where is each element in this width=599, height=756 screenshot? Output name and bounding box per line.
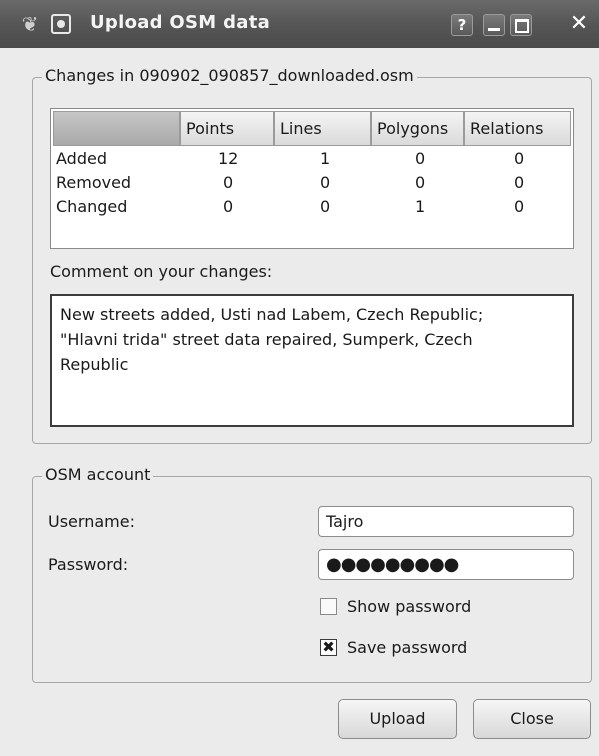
show-password-checkbox[interactable] <box>320 598 337 615</box>
username-label: Username: <box>48 512 135 531</box>
table-corner-header <box>53 111 180 146</box>
comment-textarea[interactable]: New streets added, Usti nad Labem, Czech… <box>50 294 574 427</box>
save-password-checkbox[interactable]: ✖ <box>320 639 337 656</box>
minimize-button[interactable] <box>483 14 505 36</box>
password-input[interactable]: ●●●●●●●●● <box>318 549 574 580</box>
window-menu-icon[interactable]: ❦ <box>18 12 42 36</box>
window-title: Upload OSM data <box>90 12 271 33</box>
changes-group-title: Changes in 090902_090857_downloaded.osm <box>42 66 417 85</box>
column-header-lines[interactable]: Lines <box>274 111 371 146</box>
added-polygons: 0 <box>415 149 426 168</box>
removed-points: 0 <box>223 173 234 192</box>
save-password-label[interactable]: Save password <box>347 638 467 657</box>
changed-points: 0 <box>223 197 234 216</box>
username-input[interactable]: Tajro <box>318 506 574 537</box>
comment-line: Republic <box>60 355 129 374</box>
row-label-changed: Changed <box>56 197 128 216</box>
show-password-label[interactable]: Show password <box>347 597 471 616</box>
close-button[interactable]: Close <box>473 699 591 739</box>
changed-relations: 0 <box>514 197 525 216</box>
password-label: Password: <box>48 555 129 574</box>
comment-line: New streets added, Usti nad Labem, Czech… <box>60 305 484 324</box>
changes-table: Points Lines Polygons Relations Added 12… <box>50 108 574 249</box>
row-label-removed: Removed <box>56 173 132 192</box>
removed-lines: 0 <box>320 173 331 192</box>
removed-polygons: 0 <box>415 173 426 192</box>
title-bar[interactable]: ❦ Upload OSM data ? ✕ <box>0 0 599 48</box>
column-header-points[interactable]: Points <box>180 111 274 146</box>
changed-polygons: 1 <box>415 197 426 216</box>
account-group-title: OSM account <box>42 465 154 484</box>
column-header-polygons[interactable]: Polygons <box>371 111 464 146</box>
removed-relations: 0 <box>514 173 525 192</box>
changed-lines: 0 <box>320 197 331 216</box>
added-relations: 0 <box>514 149 525 168</box>
help-button[interactable]: ? <box>451 14 473 36</box>
comment-line: "Hlavni trida" street data repaired, Sum… <box>60 330 473 349</box>
added-points: 12 <box>218 149 239 168</box>
added-lines: 1 <box>320 149 331 168</box>
upload-button[interactable]: Upload <box>338 699 457 739</box>
app-icon[interactable] <box>51 14 71 34</box>
comment-label: Comment on your changes: <box>50 262 273 281</box>
maximize-button[interactable] <box>510 14 532 36</box>
column-header-relations[interactable]: Relations <box>464 111 571 146</box>
close-window-button[interactable]: ✕ <box>568 13 590 36</box>
row-label-added: Added <box>56 149 107 168</box>
